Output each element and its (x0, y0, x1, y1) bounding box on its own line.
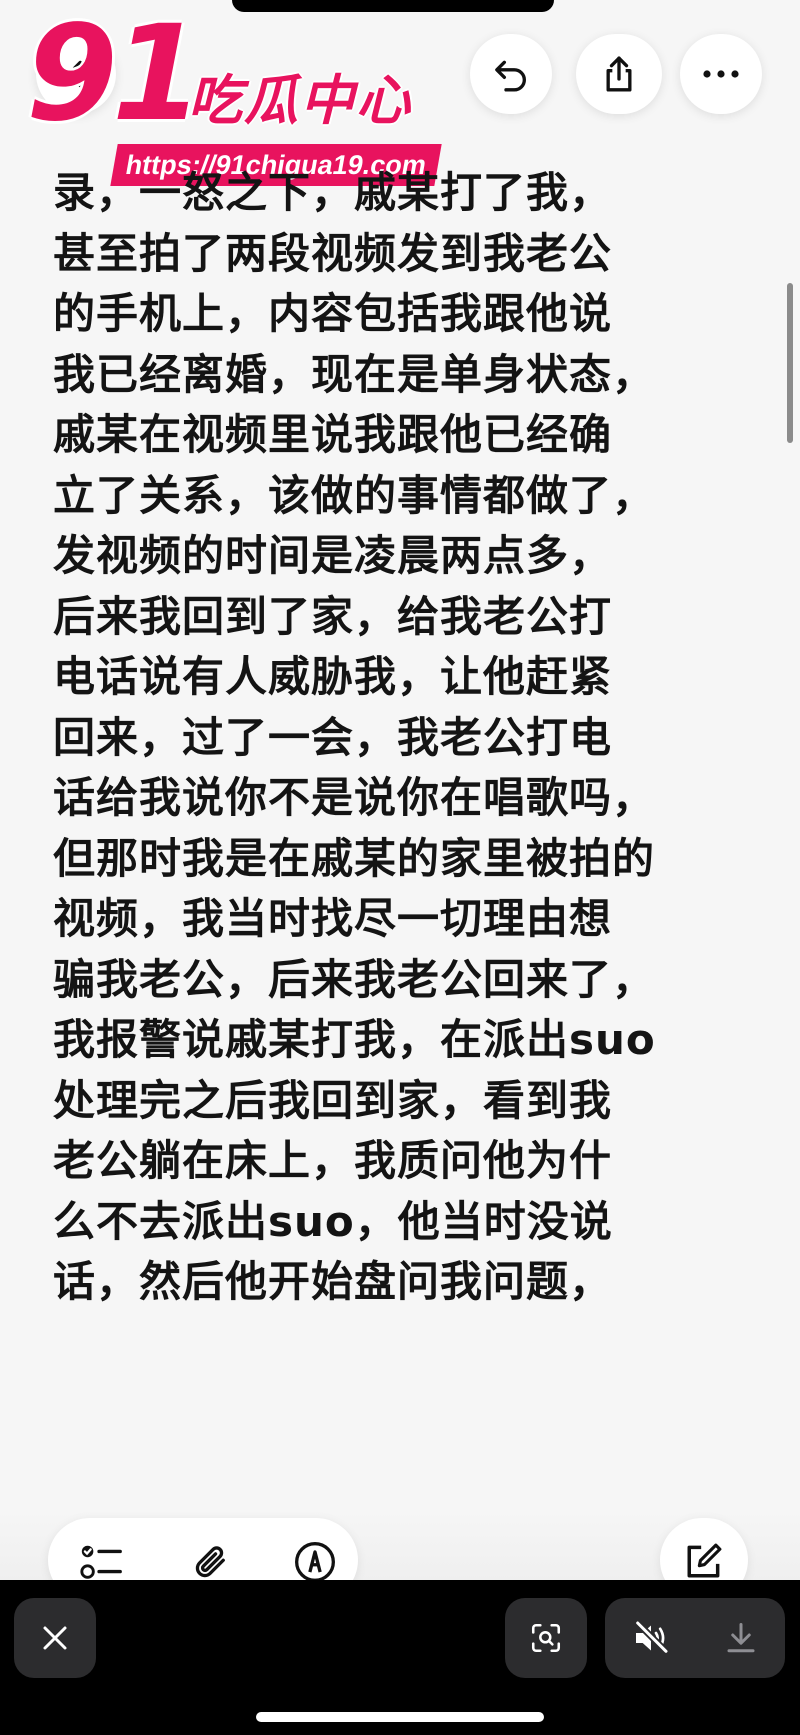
note-line: 发视频的时间是凌晨两点多， (53, 531, 613, 580)
undo-icon (495, 60, 526, 92)
note-line: 老公躺在床上，我质问他为什 (53, 1136, 613, 1185)
note-line: 回来，过了一会，我老公打电 (53, 712, 613, 762)
note-line: 后来我回到了家，给我老公打 (53, 591, 613, 641)
note-line: 的手机上，内容包括我跟他说 (53, 289, 613, 338)
note-line: 戚某在视频里说我跟他已经确 (53, 410, 613, 459)
compose-icon (687, 1543, 722, 1578)
scroll-indicator[interactable] (787, 283, 793, 443)
dynamic-island (232, 0, 554, 12)
share-button[interactable] (576, 34, 662, 114)
live-text-button[interactable] (505, 1598, 587, 1678)
watermark-brand: 吃瓜中心 (188, 69, 412, 132)
note-line: 我报警说戚某打我，在派出suo (53, 1015, 656, 1064)
note-line: 我已经离婚，现在是单身状态， (53, 349, 656, 399)
note-line: 但那时我是在戚某的家里被拍的 (53, 833, 656, 883)
note-line: 话，然后他开始盘问我问题， (53, 1257, 613, 1306)
more-button[interactable] (680, 34, 762, 114)
note-body[interactable]: 录，一怒之下，戚某打了我， 甚至拍了两段视频发到我老公 的手机上，内容包括我跟他说我… (53, 163, 773, 1313)
share-icon (606, 56, 632, 92)
checklist-icon (80, 1545, 122, 1579)
watermark-number: 91 (26, 0, 204, 151)
close-button[interactable] (14, 1598, 96, 1678)
note-line: 电话说有人威胁我，让他赶紧 (53, 652, 613, 701)
media-controls (605, 1598, 785, 1678)
home-indicator[interactable] (256, 1712, 544, 1722)
close-icon (43, 1626, 67, 1650)
paperclip-icon (195, 1546, 225, 1578)
site-watermark: 91 吃瓜中心 https://91chigua19.com (26, 8, 442, 186)
note-line: 视频，我当时找尽一切理由想 (53, 894, 613, 943)
note-line: 骗我老公，后来我老公回来了， (53, 954, 656, 1004)
live-text-icon (531, 1623, 561, 1653)
undo-button[interactable] (470, 34, 552, 114)
note-line: 话给我说你不是说你在唱歌吗， (53, 773, 656, 822)
note-line: 么不去派出suo，他当时没说 (53, 1196, 613, 1246)
note-line: 甚至拍了两段视频发到我老公 (53, 228, 613, 278)
more-icon (703, 70, 739, 78)
download-button[interactable] (723, 1620, 759, 1656)
markup-icon (295, 1542, 335, 1582)
note-line: 处理完之后我回到家，看到我 (53, 1075, 613, 1125)
mute-button[interactable] (631, 1618, 671, 1658)
note-line: 立了关系，该做的事情都做了， (53, 470, 656, 520)
note-line: 录，一怒之下，戚某打了我， (53, 168, 613, 217)
download-icon (727, 1623, 755, 1653)
speaker-muted-icon (635, 1620, 669, 1654)
